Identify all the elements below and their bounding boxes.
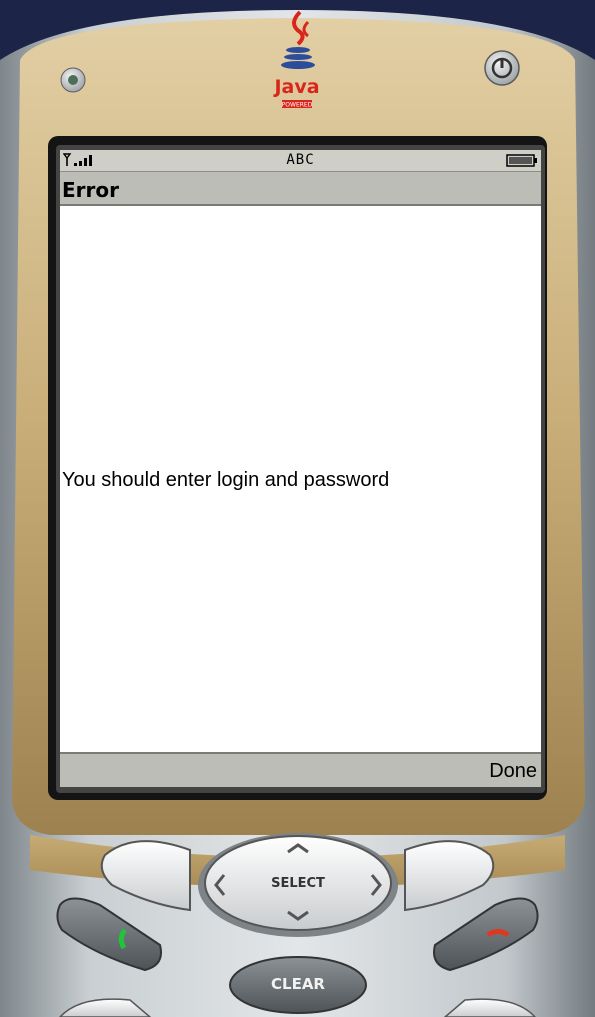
power-button[interactable] [484, 50, 520, 86]
java-wordmark: Java [272, 76, 319, 98]
screen-title-bar: Error [60, 172, 541, 206]
alert-message: You should enter login and password [62, 469, 390, 491]
clear-key-label: CLEAR [271, 975, 325, 993]
screen-title: Error [62, 178, 119, 202]
left-indicator-button[interactable] [60, 67, 86, 93]
done-softkey[interactable]: Done [489, 760, 537, 783]
phone-screen: ABC Error You should enter login and pas… [60, 150, 541, 787]
status-bar: ABC [60, 150, 541, 172]
softkey-bar: Done [60, 752, 541, 787]
alert-body: You should enter login and password [60, 206, 541, 747]
input-mode-indicator: ABC [286, 152, 315, 168]
select-key-label: SELECT [271, 876, 325, 891]
java-powered-label: POWERED [282, 102, 313, 109]
phone-emulator: Java POWERED SELECT CLEAR ABC Error You … [0, 0, 595, 1017]
battery-icon [506, 154, 537, 167]
